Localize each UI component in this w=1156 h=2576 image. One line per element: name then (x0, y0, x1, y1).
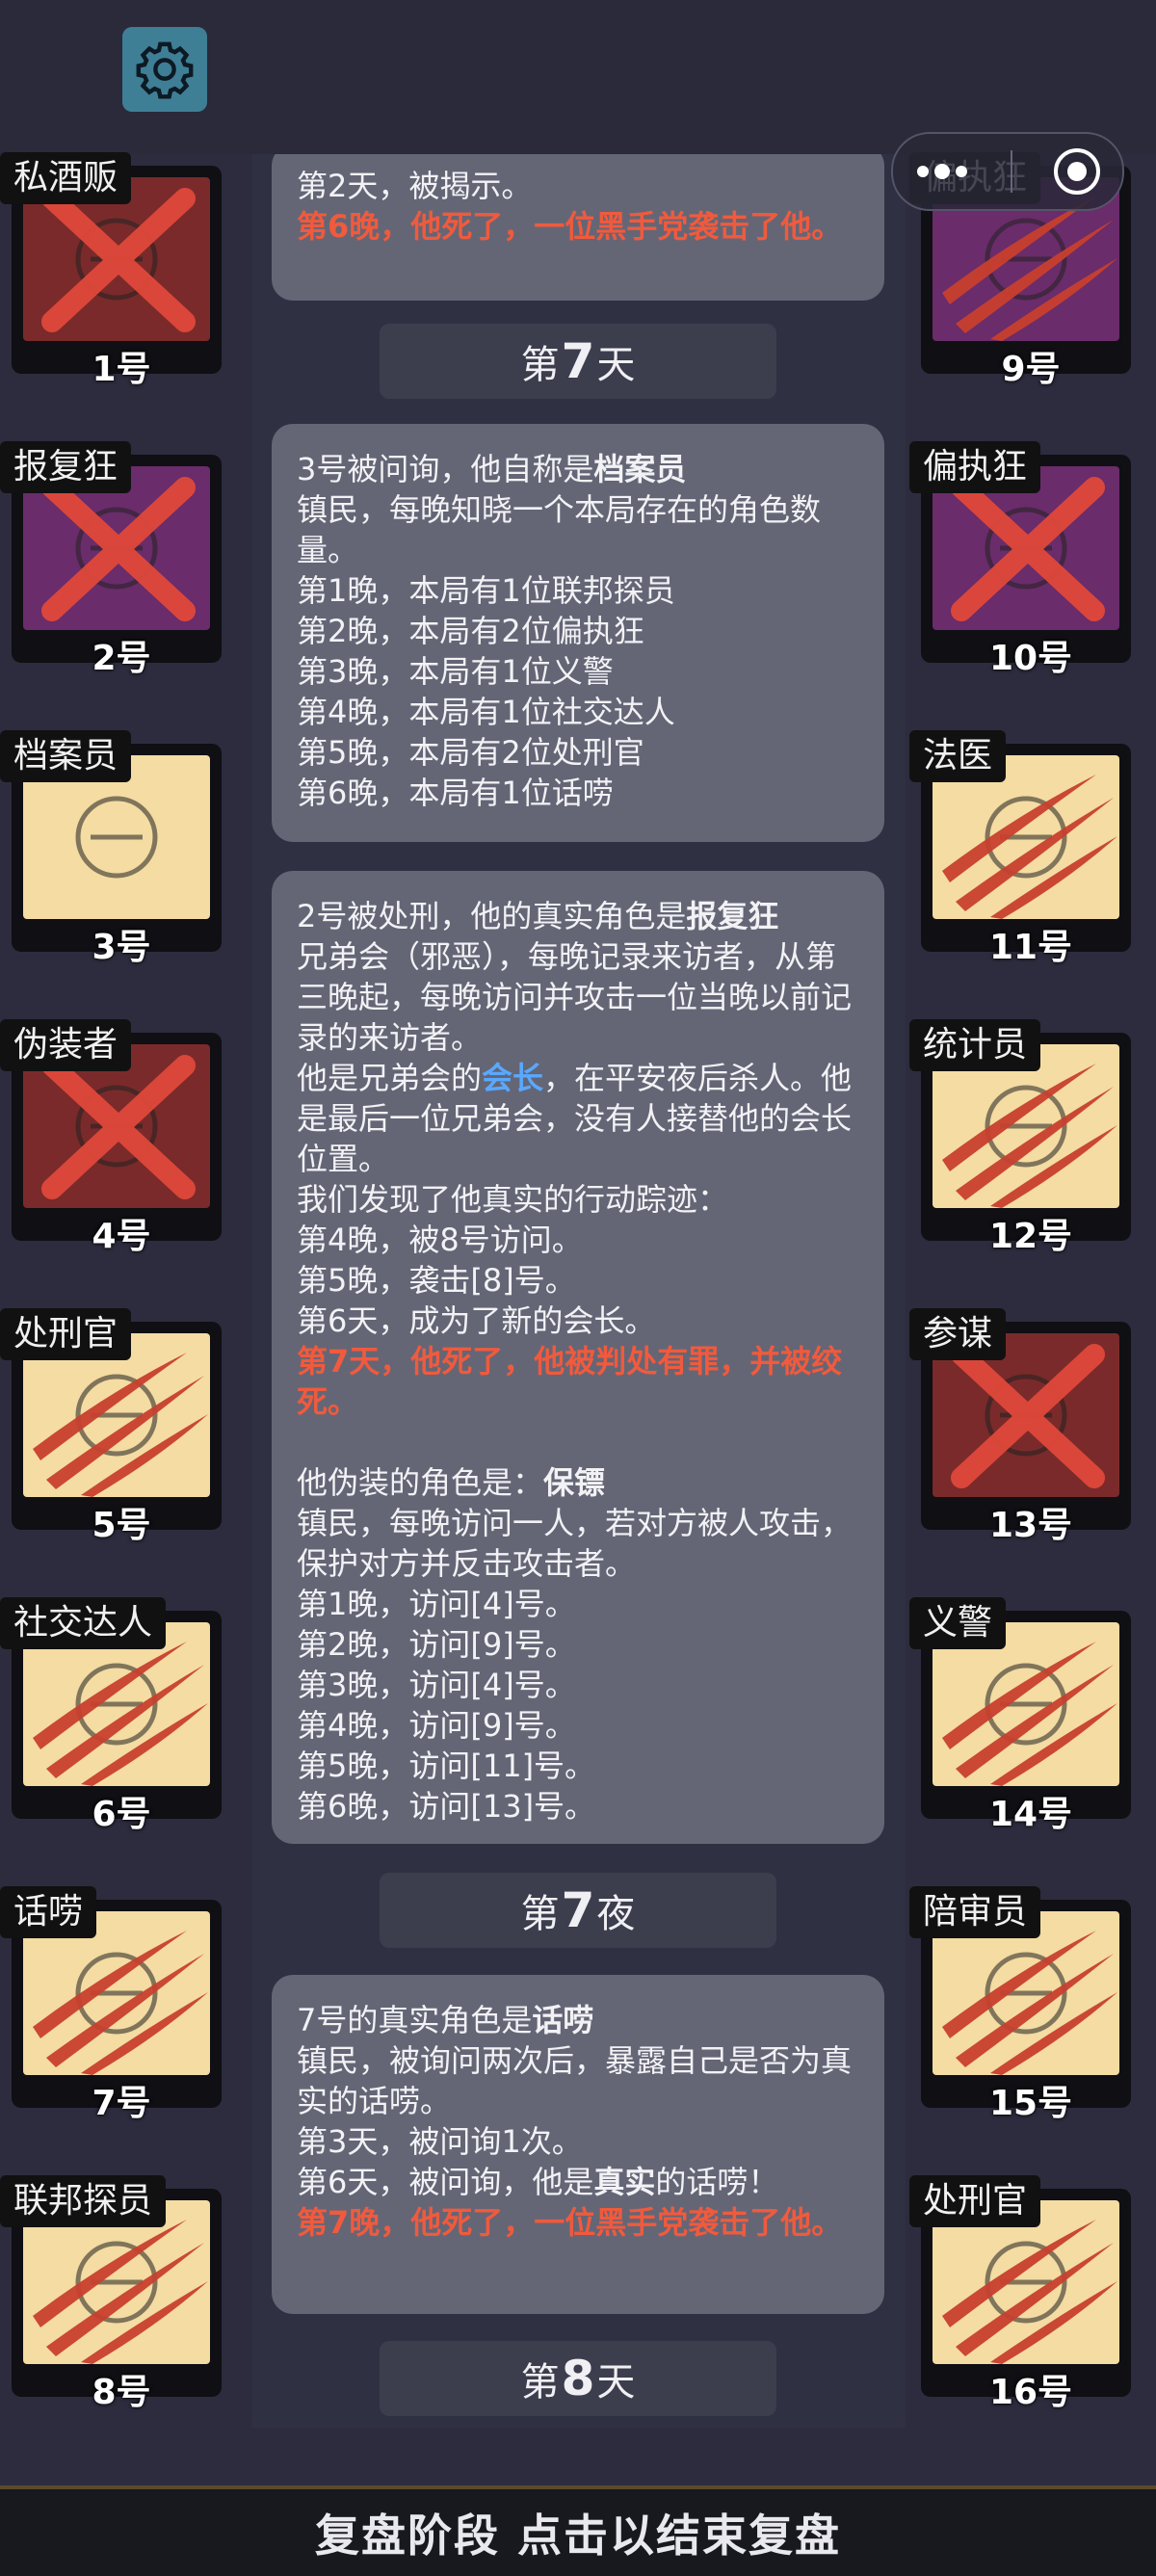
player-number: 11号 (988, 928, 1073, 967)
player-card-16号[interactable]: 处刑官 16号 (909, 2175, 1133, 2412)
game-log-panel[interactable]: 第2天，被揭示。 第6晚，他死了，一位黑手党袭击了他。 第7天 3号被问询，他自… (252, 154, 906, 2428)
player-number: 7号 (92, 2084, 151, 2123)
role-label: 私酒贩 (0, 152, 132, 204)
role-label: 偏执狂 (909, 441, 1041, 493)
role-label: 报复狂 (0, 441, 132, 493)
player-card-2号[interactable]: 报复狂 2号 (0, 441, 223, 678)
player-number: 4号 (92, 1217, 151, 1256)
player-number: 6号 (92, 1795, 151, 1834)
player-number: 14号 (988, 1795, 1073, 1834)
mini-program-capsule (891, 132, 1124, 211)
player-card-3号[interactable]: 档案员 3号 (0, 730, 223, 967)
role-label: 统计员 (909, 1019, 1041, 1071)
player-number: 15号 (988, 2084, 1073, 2123)
role-label: 义警 (909, 1597, 1007, 1649)
log-message-chatter: 7号的真实角色是话唠 镇民，被询问两次后，暴露自己是否为真实的话唠。 第3天，被… (272, 1975, 884, 2314)
role-label: 社交达人 (0, 1597, 167, 1649)
player-number: 8号 (92, 2373, 151, 2412)
role-label: 处刑官 (909, 2175, 1041, 2227)
player-card-10号[interactable]: 偏执狂 10号 (909, 441, 1133, 678)
player-card-11号[interactable]: 法医 11号 (909, 730, 1133, 967)
settings-button[interactable] (122, 27, 207, 112)
role-label: 处刑官 (0, 1308, 132, 1360)
gear-icon (136, 41, 194, 99)
log-message-top: 第2天，被揭示。 第6晚，他死了，一位黑手党袭击了他。 (272, 154, 884, 301)
player-card-5号[interactable]: 处刑官 5号 (0, 1308, 223, 1545)
role-label: 法医 (909, 730, 1007, 782)
player-card-8号[interactable]: 联邦探员 8号 (0, 2175, 223, 2412)
player-number: 3号 (92, 928, 151, 967)
more-dots-icon[interactable] (913, 162, 971, 181)
player-number: 1号 (92, 350, 151, 389)
role-label: 档案员 (0, 730, 132, 782)
end-review-button[interactable]: 复盘阶段 点击以结束复盘 (0, 2485, 1156, 2576)
log-text: 第2天，被揭示。 (297, 168, 533, 204)
day-8-divider: 第8天 (380, 2341, 776, 2416)
player-number: 9号 (1001, 350, 1061, 389)
log-message-avenger: 2号被处刑，他的真实角色是报复狂 兄弟会（邪恶），每晚记录来访者，从第三晚起，每… (272, 871, 884, 1844)
player-card-13号[interactable]: 参谋 13号 (909, 1308, 1133, 1545)
role-label: 联邦探员 (0, 2175, 167, 2227)
log-message-archivist: 3号被问询，他自称是档案员 镇民，每晚知晓一个本局存在的角色数量。 第1晚，本局… (272, 424, 884, 842)
player-number: 13号 (988, 1506, 1073, 1545)
role-label: 伪装者 (0, 1019, 132, 1071)
role-label: 话唠 (0, 1886, 97, 1938)
player-card-4号[interactable]: 伪装者 4号 (0, 1019, 223, 1256)
player-card-7号[interactable]: 话唠 7号 (0, 1886, 223, 2123)
player-card-12号[interactable]: 统计员 12号 (909, 1019, 1133, 1256)
role-label: 陪审员 (909, 1886, 1041, 1938)
role-label: 参谋 (909, 1308, 1007, 1360)
player-number: 5号 (92, 1506, 151, 1545)
player-number: 16号 (988, 2373, 1073, 2412)
capsule-divider (1010, 150, 1012, 193)
player-card-15号[interactable]: 陪审员 15号 (909, 1886, 1133, 2123)
player-card-14号[interactable]: 义警 14号 (909, 1597, 1133, 1834)
player-card-1号[interactable]: 私酒贩 1号 (0, 152, 223, 389)
player-number: 2号 (92, 639, 151, 678)
end-review-label: 复盘阶段 点击以结束复盘 (314, 2510, 841, 2562)
night-7-divider: 第7夜 (380, 1873, 776, 1948)
player-number: 10号 (988, 639, 1073, 678)
player-card-6号[interactable]: 社交达人 6号 (0, 1597, 223, 1834)
day-7-divider: 第7天 (380, 324, 776, 399)
player-number: 12号 (988, 1217, 1073, 1256)
death-text: 第6晚，他死了，一位黑手党袭击了他。 (297, 208, 843, 245)
target-close-icon[interactable] (1052, 146, 1102, 197)
